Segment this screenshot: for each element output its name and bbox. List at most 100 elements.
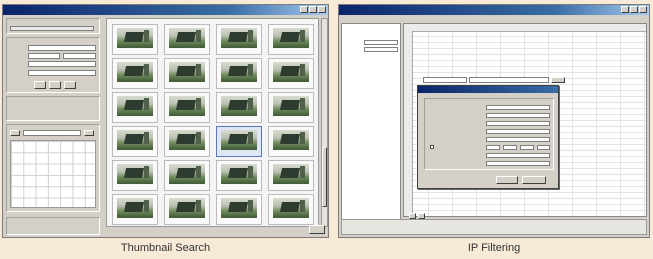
default-dir-field[interactable] xyxy=(486,153,550,158)
ip-filter-checkbox[interactable] xyxy=(430,145,434,149)
thumbnail-tile[interactable] xyxy=(268,194,314,225)
next-button[interactable] xyxy=(64,81,76,89)
info-group xyxy=(6,217,100,235)
thumbnail-tile[interactable] xyxy=(216,194,262,225)
search-control-pane xyxy=(6,18,102,235)
thumbnail-tile[interactable] xyxy=(268,160,314,191)
channel-slider[interactable] xyxy=(10,26,94,31)
prev-month-button[interactable] xyxy=(10,130,20,136)
thumbnail-tile[interactable] xyxy=(112,194,158,225)
thumbnail-image xyxy=(169,198,205,218)
duration-dropdown[interactable] xyxy=(28,70,96,76)
type-dropdown[interactable] xyxy=(28,45,96,51)
thumbnail-tile[interactable] xyxy=(268,126,314,157)
user-name-field[interactable] xyxy=(486,105,550,110)
thumbnail-image xyxy=(221,28,257,48)
thumbnail-image xyxy=(221,96,257,116)
thumbnail-tile[interactable] xyxy=(268,58,314,89)
tree-field-1[interactable] xyxy=(364,40,398,45)
thumbnail-tile[interactable] xyxy=(164,126,210,157)
thumbnail-tile[interactable] xyxy=(164,194,210,225)
thumbnail-tile[interactable] xyxy=(112,92,158,123)
from-date-field[interactable] xyxy=(28,53,60,59)
thumbnail-tile[interactable] xyxy=(216,160,262,191)
thumbnail-image xyxy=(169,130,205,150)
thumbnail-tile[interactable] xyxy=(216,58,262,89)
month-field[interactable] xyxy=(23,130,81,136)
ip-octet-2[interactable] xyxy=(503,145,517,150)
group-field[interactable] xyxy=(486,161,550,166)
thumbnail-tile[interactable] xyxy=(164,92,210,123)
thumbnail-image xyxy=(169,62,205,82)
description-field[interactable] xyxy=(486,137,550,142)
ip-octet-1[interactable] xyxy=(486,145,500,150)
search-button[interactable] xyxy=(34,81,46,89)
thumbnail-window-title-bar xyxy=(3,5,328,15)
thumbnail-tile[interactable] xyxy=(112,24,158,55)
thumbnail-image xyxy=(221,198,257,218)
thumbnail-image xyxy=(273,28,309,48)
thumbnail-grid xyxy=(106,18,319,227)
dialog-cancel-button[interactable] xyxy=(522,176,546,184)
full-name-field[interactable] xyxy=(486,129,550,134)
ip-octet-4[interactable] xyxy=(537,145,550,150)
from-time-field[interactable] xyxy=(63,53,96,59)
maximize-button[interactable] xyxy=(630,6,638,13)
thumbnail-image xyxy=(169,96,205,116)
dialog-ok-button[interactable] xyxy=(496,176,518,184)
close-button[interactable] xyxy=(318,6,326,13)
ip-filtering-screenshot: IP Filtering xyxy=(338,4,650,254)
thumbnail-search-window xyxy=(2,4,329,238)
thumbnail-tile[interactable] xyxy=(112,126,158,157)
close-button[interactable] xyxy=(639,6,647,13)
thumbnail-tile[interactable] xyxy=(216,126,262,157)
address-bar-field-2[interactable] xyxy=(469,77,549,83)
thumbnail-image xyxy=(273,198,309,218)
ip-octet-3[interactable] xyxy=(520,145,534,150)
right-caption: IP Filtering xyxy=(467,242,521,254)
scrollbar-thumb[interactable] xyxy=(322,147,327,207)
apply-button[interactable] xyxy=(551,77,565,83)
thumbnail-image xyxy=(117,62,153,82)
thumbnail-image xyxy=(169,164,205,184)
minimize-button[interactable] xyxy=(621,6,629,13)
thumbnail-image xyxy=(221,130,257,150)
thumbnail-image xyxy=(117,130,153,150)
ip-filtering-window xyxy=(338,4,650,238)
minimize-button[interactable] xyxy=(300,6,308,13)
tree-field-2[interactable] xyxy=(364,47,398,52)
confirm-password-field[interactable] xyxy=(486,121,550,126)
thumbnail-tile[interactable] xyxy=(164,24,210,55)
thumbnail-scrollbar[interactable] xyxy=(321,18,328,227)
thumbnail-tile[interactable] xyxy=(268,24,314,55)
thumbnail-image xyxy=(273,130,309,150)
thumbnail-tile[interactable] xyxy=(216,24,262,55)
window-controls xyxy=(300,6,326,13)
sheet-row-numbers xyxy=(404,31,413,216)
thumbnail-tile[interactable] xyxy=(112,160,158,191)
address-bar-field[interactable] xyxy=(423,77,467,83)
record-range-group xyxy=(6,96,100,121)
thumbnail-tile[interactable] xyxy=(216,92,262,123)
ip-filter-dialog xyxy=(417,85,559,189)
window-controls xyxy=(621,6,647,13)
thumbnail-tile[interactable] xyxy=(268,92,314,123)
dialog-title-bar xyxy=(418,86,558,93)
site-tree-panel xyxy=(341,23,401,221)
thumbnail-image xyxy=(273,62,309,82)
password-field[interactable] xyxy=(486,113,550,118)
thumbnail-image xyxy=(117,164,153,184)
stop-button[interactable] xyxy=(49,81,61,89)
thumbnail-image xyxy=(117,28,153,48)
calendar-grid[interactable] xyxy=(10,140,96,208)
thumbnail-tile[interactable] xyxy=(112,58,158,89)
thumbnail-image xyxy=(169,28,205,48)
thumbnail-tile[interactable] xyxy=(164,160,210,191)
thumbnail-image xyxy=(221,164,257,184)
ok-button[interactable] xyxy=(309,225,325,234)
maximize-button[interactable] xyxy=(309,6,317,13)
thumbnail-tile[interactable] xyxy=(164,58,210,89)
next-month-button[interactable] xyxy=(84,130,94,136)
thumbnail-image xyxy=(273,164,309,184)
to-date-field[interactable] xyxy=(28,61,96,67)
